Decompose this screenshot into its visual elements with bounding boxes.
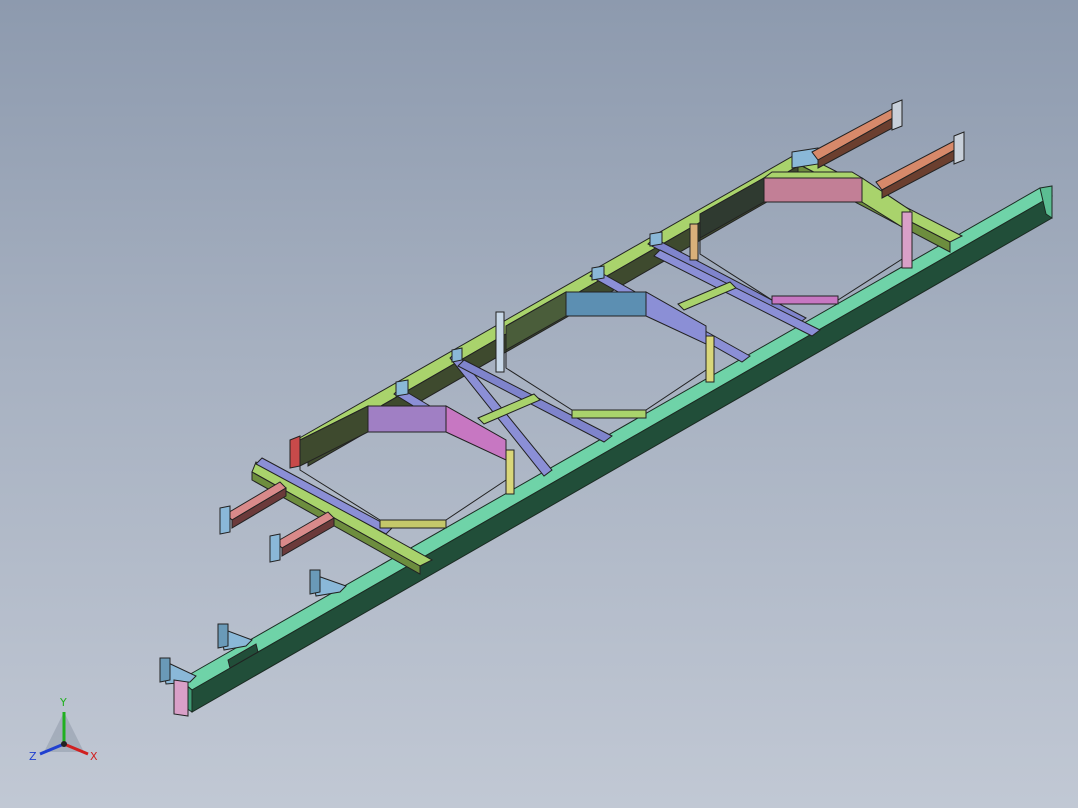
x-axis-label: X bbox=[90, 750, 98, 763]
triad-origin bbox=[61, 741, 67, 747]
z-axis-label: Z bbox=[29, 750, 37, 763]
frame-assembly-model[interactable] bbox=[0, 0, 1078, 808]
y-axis-label: Y bbox=[59, 696, 67, 709]
orientation-triad[interactable]: Y X Z bbox=[24, 690, 104, 770]
graphics-viewport[interactable]: Y X Z bbox=[0, 0, 1078, 808]
